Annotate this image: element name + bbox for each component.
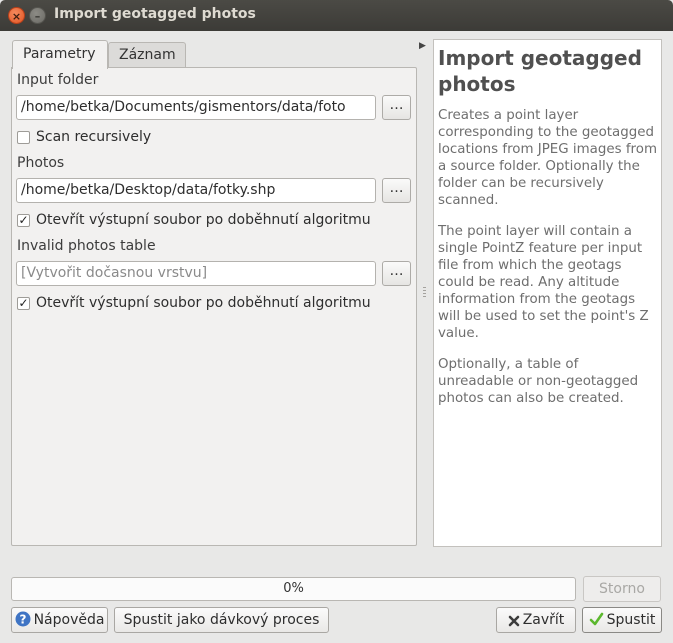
- svg-text:?: ?: [19, 613, 26, 627]
- invalid-photos-label: Invalid photos table: [17, 238, 156, 254]
- invalid-photos-field[interactable]: [Vytvořit dočasnou vrstvu]: [16, 261, 376, 286]
- open-output-photos-label: Otevřít výstupní soubor po doběhnutí alg…: [36, 212, 371, 228]
- window-minimize-button[interactable]: –: [29, 7, 46, 24]
- open-output-invalid-checkbox[interactable]: ✓: [17, 297, 30, 310]
- open-output-photos-checkbox[interactable]: ✓: [17, 214, 30, 227]
- input-folder-browse-button[interactable]: …: [382, 95, 411, 120]
- photos-browse-button[interactable]: …: [382, 178, 411, 203]
- close-button-label: Zavřít: [522, 612, 565, 628]
- run-button-label: Spustit: [606, 612, 656, 628]
- arrow-right-icon[interactable]: ▶: [419, 41, 426, 51]
- window-title: Import geotagged photos: [54, 6, 256, 22]
- window-close-button[interactable]: ×: [8, 7, 25, 24]
- splitter-handle[interactable]: [423, 287, 426, 299]
- minimize-icon: –: [34, 10, 41, 23]
- window-titlebar: × – Import geotagged photos: [0, 0, 673, 31]
- help-paragraph: The point layer will contain a single Po…: [438, 224, 649, 341]
- x-icon: [508, 611, 520, 635]
- open-output-invalid-label: Otevřít výstupní soubor po doběhnutí alg…: [36, 295, 371, 311]
- scan-recursively-label: Scan recursively: [36, 129, 152, 145]
- help-button-label: Nápověda: [33, 612, 105, 628]
- help-paragraph: Optionally, a table of unreadable or non…: [438, 357, 639, 406]
- run-as-batch-button[interactable]: Spustit jako dávkový proces: [114, 607, 329, 633]
- input-folder-field[interactable]: /home/betka/Documents/gismentors/data/fo…: [16, 95, 376, 120]
- close-dialog-button[interactable]: Zavřít: [496, 607, 576, 633]
- cancel-button[interactable]: Storno: [583, 576, 661, 602]
- tab-parametry[interactable]: Parametry: [12, 40, 108, 69]
- help-button[interactable]: ? Nápověda: [11, 607, 108, 633]
- run-button[interactable]: Spustit: [582, 607, 662, 633]
- help-circle-icon: ?: [15, 611, 31, 635]
- input-folder-label: Input folder: [17, 72, 99, 88]
- checkmark-icon: [589, 611, 604, 635]
- photos-label: Photos: [17, 155, 65, 171]
- progress-bar: 0%: [11, 577, 576, 601]
- help-title: Import geotagged photos: [438, 46, 642, 96]
- help-paragraph: Creates a point layer corresponding to t…: [438, 108, 658, 208]
- invalid-photos-browse-button[interactable]: …: [382, 261, 411, 286]
- photos-output-field[interactable]: /home/betka/Desktop/data/fotky.shp: [16, 178, 376, 203]
- close-icon: ×: [11, 10, 22, 23]
- tab-zaznam[interactable]: Záznam: [108, 42, 186, 68]
- scan-recursively-checkbox[interactable]: [17, 131, 30, 144]
- help-panel: Import geotagged photos Creates a point …: [433, 39, 662, 547]
